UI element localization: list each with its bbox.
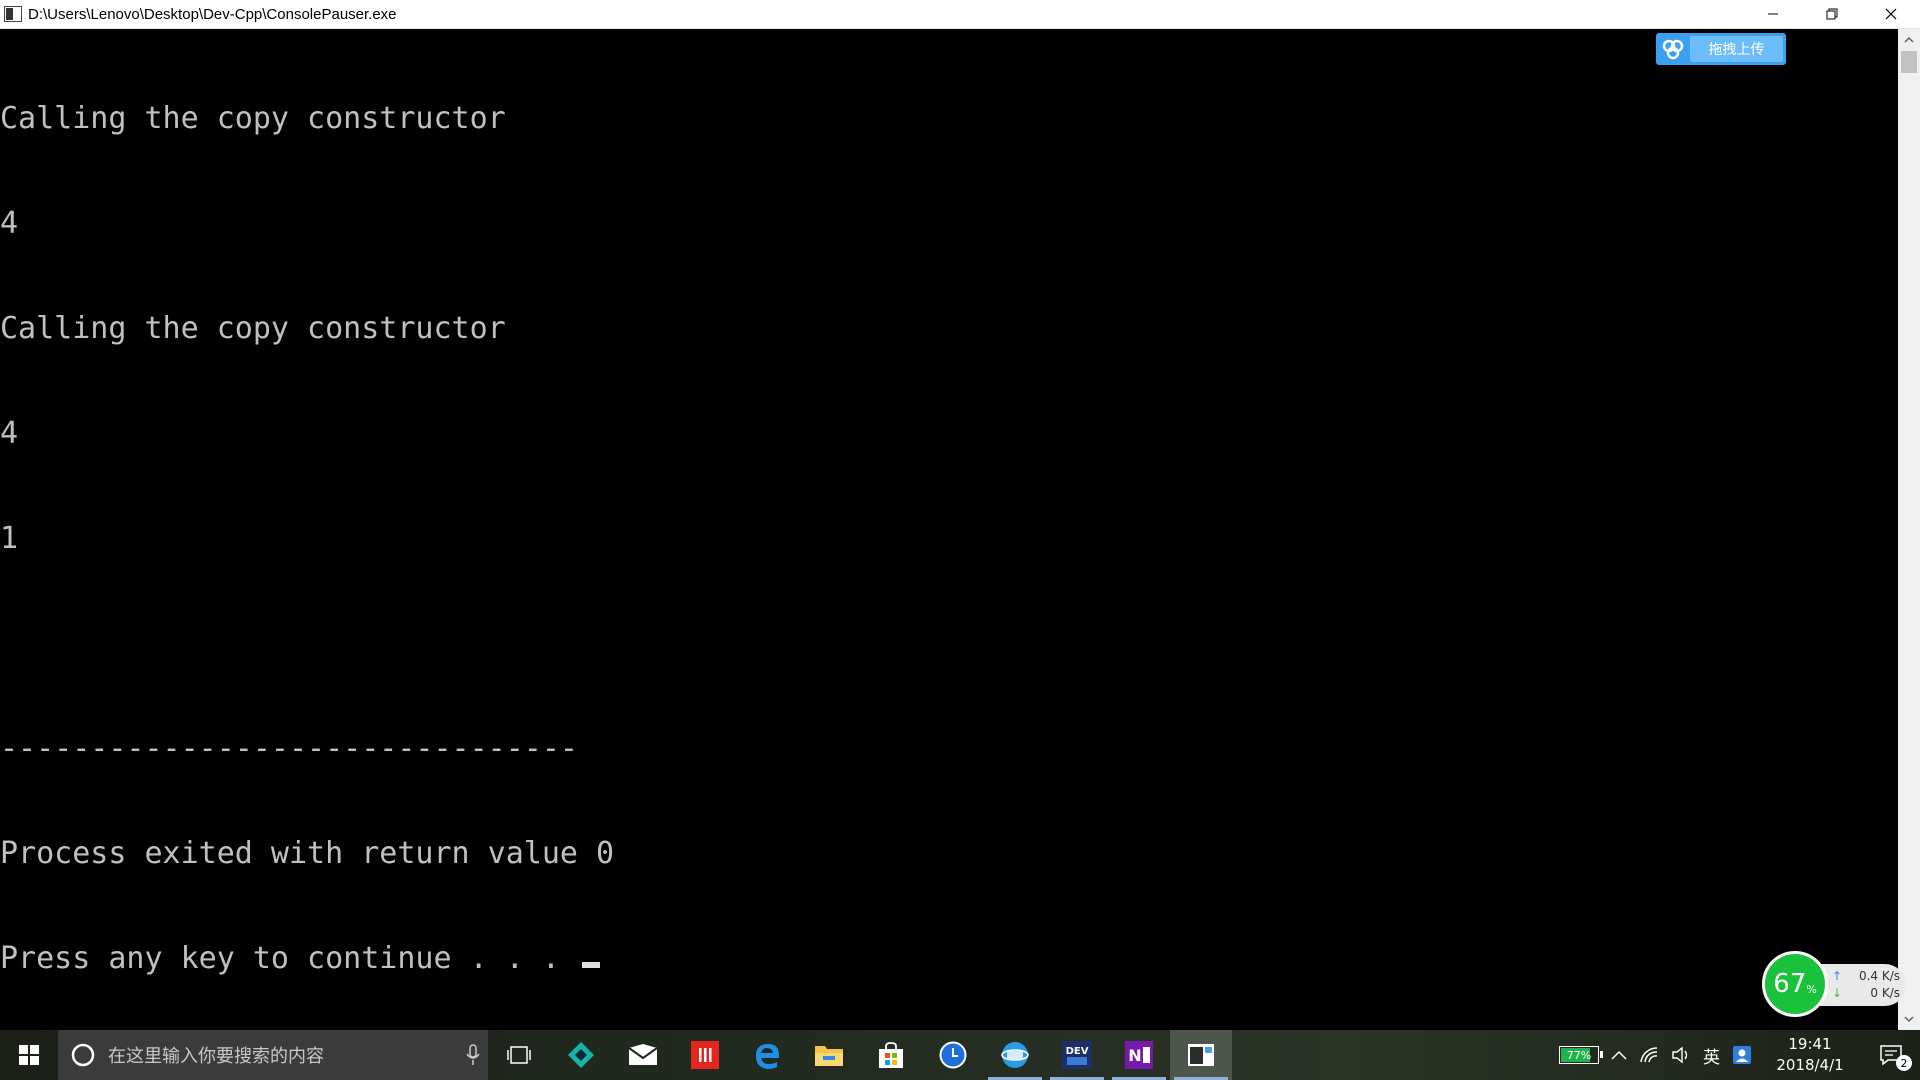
minimize-icon <box>1767 13 1778 15</box>
download-speed-row: ↓ 0 K/s <box>1832 986 1900 1000</box>
volume-control[interactable] <box>1665 1030 1697 1080</box>
input-language[interactable]: 英 <box>1697 1030 1726 1080</box>
action-center-button[interactable]: 2 <box>1862 1030 1920 1080</box>
upload-arrow-icon: ↑ <box>1832 969 1843 983</box>
user-badge-icon <box>1733 1046 1751 1064</box>
clock-time: 19:41 <box>1788 1035 1832 1053</box>
dev-cpp-icon: DEV <box>1062 1041 1092 1069</box>
wps-office-icon <box>691 1041 719 1069</box>
console-line: Calling the copy constructor <box>0 311 506 346</box>
scroll-up-button[interactable] <box>1898 29 1920 51</box>
minimize-button[interactable] <box>1743 0 1802 29</box>
console-prompt-line: Press any key to continue . . . <box>0 941 614 976</box>
console-line: Process exited with return value 0 <box>0 836 615 871</box>
download-arrow-icon: ↓ <box>1832 986 1843 1000</box>
text-cursor <box>581 962 600 968</box>
console-app-icon <box>4 6 22 22</box>
mail-icon <box>628 1044 658 1065</box>
console-window-icon <box>1188 1044 1214 1066</box>
memory-percent-unit: % <box>1806 982 1817 996</box>
taskbar-app-diamond[interactable] <box>550 1030 612 1080</box>
taskbar-app-onenote[interactable]: N <box>1108 1030 1170 1080</box>
cloud-disk-icon <box>1656 33 1690 65</box>
taskbar-app-edge[interactable] <box>736 1030 798 1080</box>
svg-text:DEV: DEV <box>1066 1046 1089 1057</box>
console-line: 1 <box>0 521 19 556</box>
taskbar-app-file-explorer[interactable] <box>798 1030 860 1080</box>
window-title: D:\Users\Lenovo\Desktop\Dev-Cpp\ConsoleP… <box>28 5 397 23</box>
drag-upload-widget[interactable]: 拖拽上传 <box>1656 33 1786 65</box>
taskbar-app-browser[interactable] <box>984 1030 1046 1080</box>
taskbar-app-clock[interactable] <box>922 1030 984 1080</box>
console-line: 4 <box>0 206 19 241</box>
wifi-icon <box>1640 1047 1658 1063</box>
store-bag-icon <box>879 1042 903 1068</box>
tray-app-icon[interactable] <box>1726 1030 1758 1080</box>
battery-percent: 77% <box>1566 1048 1592 1062</box>
svg-text:N: N <box>1128 1046 1141 1065</box>
network-status[interactable] <box>1633 1030 1665 1080</box>
clock-app-icon <box>939 1041 967 1069</box>
taskbar-app-dev-cpp[interactable]: DEV <box>1046 1030 1108 1080</box>
close-button[interactable] <box>1861 0 1920 29</box>
title-bar[interactable]: D:\Users\Lenovo\Desktop\Dev-Cpp\ConsoleP… <box>0 0 1920 29</box>
onenote-icon: N <box>1125 1041 1153 1069</box>
search-placeholder: 在这里输入你要搜索的内容 <box>108 1046 324 1067</box>
taskbar: 在这里输入你要搜索的内容 DEV N 77% 英 19:41 2018/4/1 … <box>0 1030 1920 1080</box>
edge-browser-icon <box>756 1044 779 1069</box>
upload-speed: 0.4 K/s <box>1858 969 1900 983</box>
memory-percent: 67 <box>1773 969 1807 999</box>
taskbar-app-mail[interactable] <box>612 1030 674 1080</box>
task-view-button[interactable] <box>488 1030 550 1080</box>
console-output-area[interactable]: Calling the copy constructor 4 Calling t… <box>0 29 1898 1030</box>
microphone-icon[interactable] <box>458 1044 488 1066</box>
console-line: Calling the copy constructor <box>0 101 506 136</box>
show-hidden-icons-button[interactable] <box>1605 1030 1633 1080</box>
battery-icon: 77% <box>1559 1046 1603 1064</box>
scrollbar-thumb[interactable] <box>1901 51 1917 73</box>
memory-usage-ball[interactable]: 67% <box>1762 951 1828 1017</box>
console-line: 4 <box>0 416 19 451</box>
download-speed: 0 K/s <box>1870 986 1900 1000</box>
taskbar-search-box[interactable]: 在这里输入你要搜索的内容 <box>58 1030 488 1080</box>
speaker-icon <box>1672 1046 1688 1064</box>
battery-indicator[interactable]: 77% <box>1553 1030 1605 1080</box>
network-speed-gadget[interactable]: 67% ↑ 0.4 K/s ↓ 0 K/s <box>1762 951 1906 1017</box>
system-tray: 77% 英 19:41 2018/4/1 2 <box>1553 1030 1920 1080</box>
folder-icon <box>815 1046 843 1066</box>
globe-browser-icon <box>1001 1042 1029 1068</box>
chevron-up-icon <box>1611 1050 1627 1060</box>
clock-date: 2018/4/1 <box>1776 1056 1844 1074</box>
cortana-circle-icon <box>71 1043 95 1067</box>
taskbar-app-store[interactable] <box>860 1030 922 1080</box>
drag-upload-label: 拖拽上传 <box>1690 36 1783 62</box>
notification-count-badge: 2 <box>1896 1055 1912 1071</box>
task-view-icon <box>507 1046 531 1064</box>
console-separator: -------------------------------- <box>0 731 578 766</box>
start-button[interactable] <box>0 1030 58 1080</box>
taskbar-clock[interactable]: 19:41 2018/4/1 <box>1758 1030 1862 1080</box>
chevron-up-icon <box>1904 36 1914 43</box>
taskbar-app-console[interactable] <box>1170 1030 1232 1080</box>
console-prompt: Press any key to continue . . . <box>0 941 578 976</box>
upload-speed-row: ↑ 0.4 K/s <box>1832 969 1900 983</box>
close-icon <box>1885 8 1896 20</box>
restore-icon <box>1826 8 1837 20</box>
restore-button[interactable] <box>1802 0 1861 29</box>
taskbar-app-wps[interactable] <box>674 1030 736 1080</box>
diamond-app-icon <box>568 1042 594 1068</box>
windows-logo-icon <box>19 1045 39 1065</box>
console-text: Calling the copy constructor 4 Calling t… <box>0 31 614 1046</box>
vertical-scrollbar[interactable] <box>1898 29 1920 1030</box>
